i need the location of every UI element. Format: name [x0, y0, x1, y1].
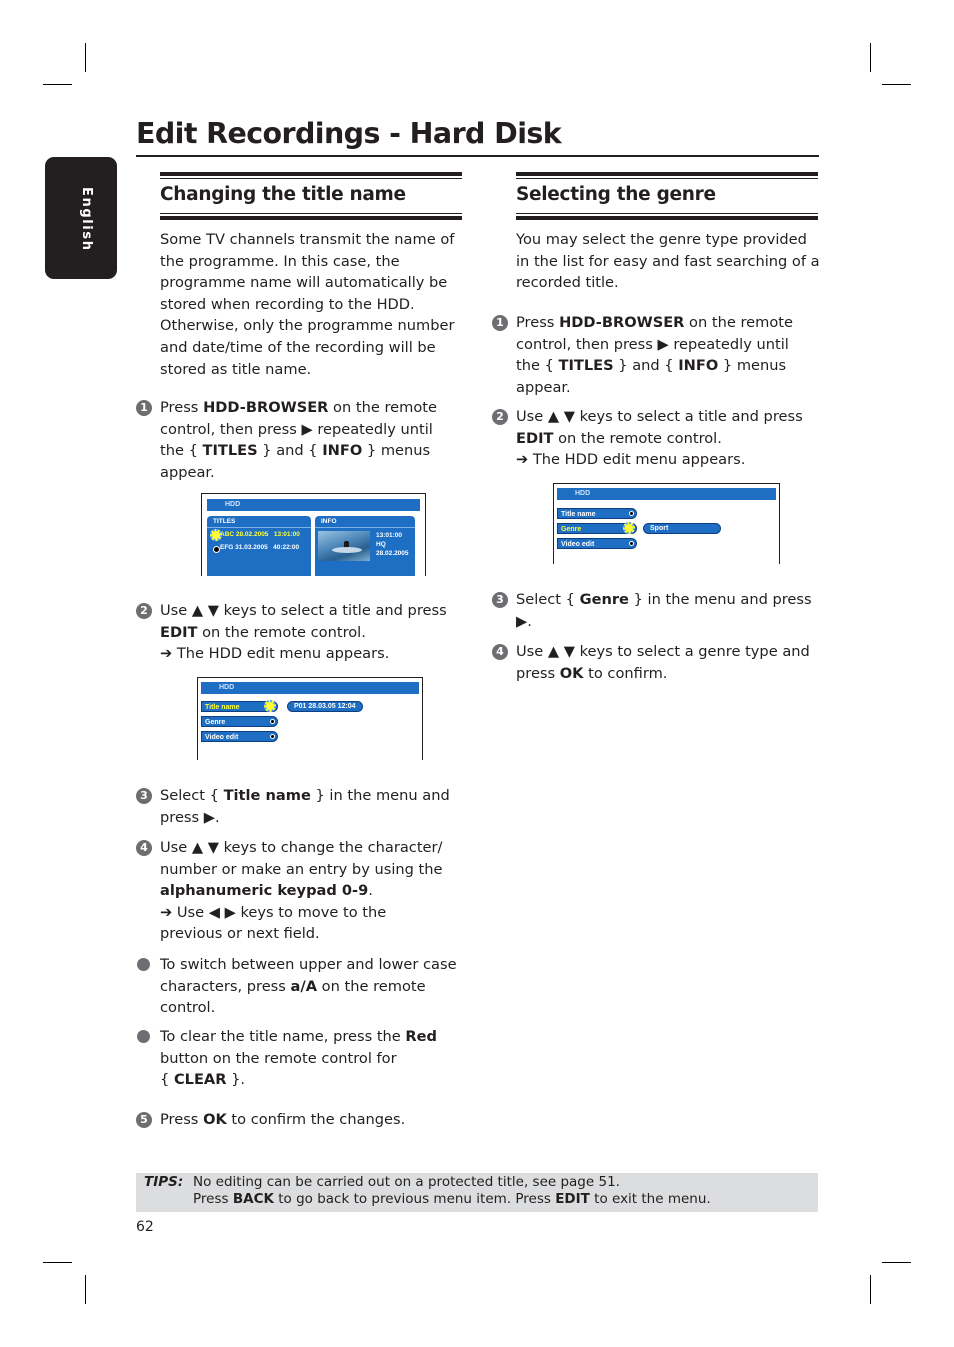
radio-dot-icon [213, 546, 220, 553]
step-3: 3 Select { Title name } in the menu and p… [136, 785, 470, 828]
tips-line: Press BACK to go back to previous menu i… [193, 1191, 711, 1207]
intro-paragraph: Some TV channels transmit the name of the… [160, 231, 455, 378]
crop-mark [43, 1262, 72, 1263]
selection-cursor-icon [623, 522, 635, 534]
step-text: Use ▲ ▼ keys to select a genre type and p… [516, 643, 810, 682]
step-number-icon: 2 [136, 603, 152, 619]
menu-item-title-name[interactable]: Title name [557, 508, 637, 519]
titles-panel-label: TITLES [207, 516, 311, 528]
crop-mark [882, 84, 911, 85]
step-2: 2 Use ▲ ▼ keys to select a title and pre… [136, 600, 470, 665]
crop-mark [85, 1275, 86, 1304]
page-number: 62 [136, 1219, 154, 1235]
genre-field[interactable]: Sport [643, 523, 721, 534]
osd-header: HDD [207, 499, 420, 511]
crop-mark [85, 43, 86, 72]
menu-item-genre[interactable]: Genre [201, 716, 278, 727]
crop-mark [882, 1262, 911, 1263]
title-rule [136, 155, 819, 157]
title-row[interactable]: EFG 31.03.2005 40:22:00 [220, 544, 299, 551]
tips-box: TIPS: No editing can be carried out on a… [136, 1173, 818, 1212]
section-heading: Selecting the genre [516, 184, 716, 205]
step-text: Select { Genre } in the menu and press ▶. [516, 591, 812, 630]
crop-mark [43, 84, 72, 85]
step-text: Use ▲ ▼ keys to change the character/num… [160, 839, 443, 943]
step-number-icon: 5 [136, 1112, 152, 1128]
section-heading-block: Changing the title name [160, 172, 462, 221]
osd-titles-info-screen: HDD TITLES ABC 28.02.2005 13:01:00 EFG 3… [201, 493, 426, 576]
osd-header: HDD [201, 682, 419, 694]
section-select-genre: Selecting the genre [516, 172, 818, 221]
tips-line: No editing can be carried out on a prote… [193, 1174, 620, 1190]
step-number-icon: 4 [492, 644, 508, 660]
step-text: Press HDD-BROWSER on the remote control, … [516, 314, 793, 396]
intro-paragraph: You may select the genre type provided in… [516, 231, 820, 292]
osd-header: HDD [557, 488, 776, 500]
bullet-icon [137, 958, 150, 971]
step-text: Use ▲ ▼ keys to select a title and press… [160, 602, 447, 663]
osd-genre-screen: HDD Title name Genre Video edit Sport [553, 483, 780, 564]
step-text: Use ▲ ▼ keys to select a title and press… [516, 408, 803, 469]
section-change-title-name: Changing the title name [160, 172, 462, 221]
step-1: 1 Press HDD-BROWSER on the remote control… [492, 312, 826, 398]
step-4: 4 Use ▲ ▼ keys to select a genre type an… [492, 641, 826, 684]
info-panel-label: INFO [315, 516, 415, 528]
bullet-text: To switch between upper and lower case ch… [160, 956, 457, 1017]
menu-item-video-edit[interactable]: Video edit [557, 538, 637, 549]
title-name-field[interactable]: P01 28.03.05 12:04 [287, 701, 363, 712]
language-tab: English [45, 157, 117, 279]
step-number-icon: 1 [136, 400, 152, 416]
step-text: Select { Title name } in the menu and pre… [160, 787, 450, 826]
bullet-icon [137, 1030, 150, 1043]
title-row-selected[interactable]: ABC 28.02.2005 13:01:00 [220, 531, 300, 538]
bullet-text: To clear the title name, press the Red bu… [160, 1028, 438, 1089]
section-heading: Changing the title name [160, 184, 406, 205]
step-text: Press HDD-BROWSER on the remote control, … [160, 399, 437, 481]
step-1: 1 Press HDD-BROWSER on the remote control… [136, 397, 470, 483]
info-details: 13:01:00 HQ 28.02.2005 [376, 532, 409, 557]
step-3: 3 Select { Genre } in the menu and press… [492, 589, 826, 632]
step-number-icon: 2 [492, 409, 508, 425]
selection-cursor-icon [264, 700, 276, 712]
crop-mark [870, 43, 871, 72]
step-number-icon: 3 [492, 592, 508, 608]
step-2: 2 Use ▲ ▼ keys to select a title and pre… [492, 406, 826, 471]
step-number-icon: 3 [136, 788, 152, 804]
titles-panel: TITLES ABC 28.02.2005 13:01:00 EFG 31.03… [207, 516, 311, 576]
osd-edit-menu-screen: HDD Title name Genre Video edit P01 28.0… [197, 677, 423, 760]
selection-cursor-icon [210, 529, 222, 541]
crop-mark [870, 1275, 871, 1304]
surfer-thumbnail [318, 531, 370, 561]
page-title: Edit Recordings - Hard Disk [136, 117, 562, 150]
section-heading-block: Selecting the genre [516, 172, 818, 221]
menu-item-video-edit[interactable]: Video edit [201, 731, 278, 742]
step-5: 5 Press OK to confirm the changes. [136, 1109, 470, 1131]
bullet-note: To switch between upper and lower case ch… [137, 954, 470, 1019]
language-label: English [79, 187, 94, 252]
step-4: 4 Use ▲ ▼ keys to change the character/n… [136, 837, 470, 945]
bullet-note: To clear the title name, press the Red bu… [137, 1026, 470, 1091]
tips-label: TIPS: [144, 1174, 184, 1190]
step-number-icon: 1 [492, 315, 508, 331]
step-text: Press OK to confirm the changes. [160, 1111, 406, 1128]
info-panel: INFO 13:01:00 HQ 28.02.2005 [315, 516, 415, 576]
step-number-icon: 4 [136, 840, 152, 856]
